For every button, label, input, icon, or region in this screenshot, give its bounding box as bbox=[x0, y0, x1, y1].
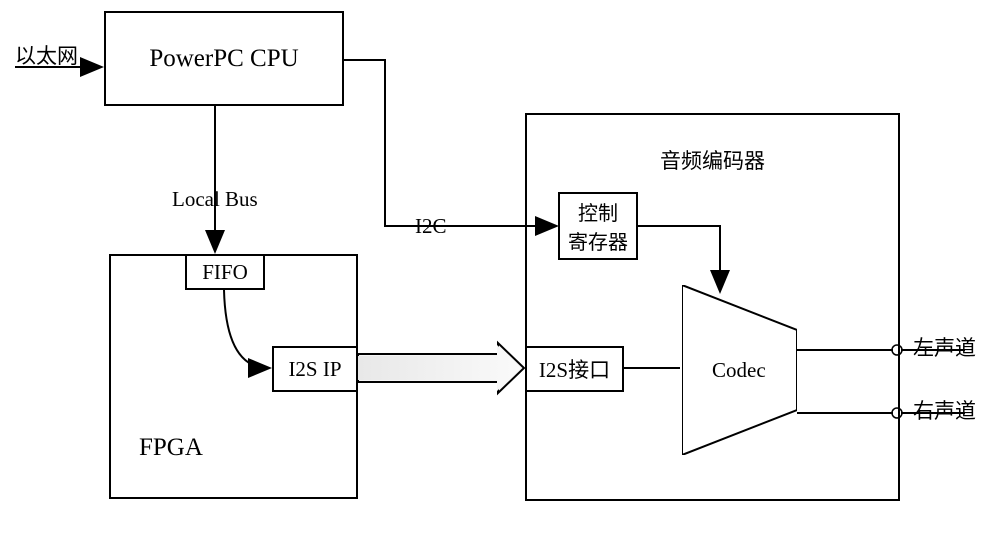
i2s-ip-label: I2S IP bbox=[288, 357, 341, 382]
i2c-label: I2C bbox=[415, 214, 447, 239]
i2s-interface-label: I2S接口 bbox=[539, 354, 610, 384]
local-bus-label: Local Bus bbox=[172, 187, 258, 212]
fifo-box: FIFO bbox=[185, 254, 265, 290]
audio-encoder-label: 音频编码器 bbox=[660, 145, 765, 175]
control-register-line2: 寄存器 bbox=[568, 226, 628, 255]
codec-box: Codec bbox=[682, 285, 797, 455]
cpu-label: PowerPC CPU bbox=[149, 45, 298, 73]
fifo-label: FIFO bbox=[202, 260, 248, 285]
i2s-interface-box: I2S接口 bbox=[525, 346, 624, 392]
codec-label: Codec bbox=[712, 358, 766, 383]
ethernet-label: 以太网 bbox=[15, 40, 78, 70]
left-channel-label: 左声道 bbox=[913, 332, 976, 362]
control-register-box: 控制 寄存器 bbox=[558, 192, 638, 260]
cpu-box: PowerPC CPU bbox=[104, 11, 344, 106]
fpga-label: FPGA bbox=[139, 434, 203, 462]
control-register-line1: 控制 bbox=[578, 197, 618, 226]
right-channel-label: 右声道 bbox=[913, 395, 976, 425]
i2s-ip-box: I2S IP bbox=[272, 346, 358, 392]
